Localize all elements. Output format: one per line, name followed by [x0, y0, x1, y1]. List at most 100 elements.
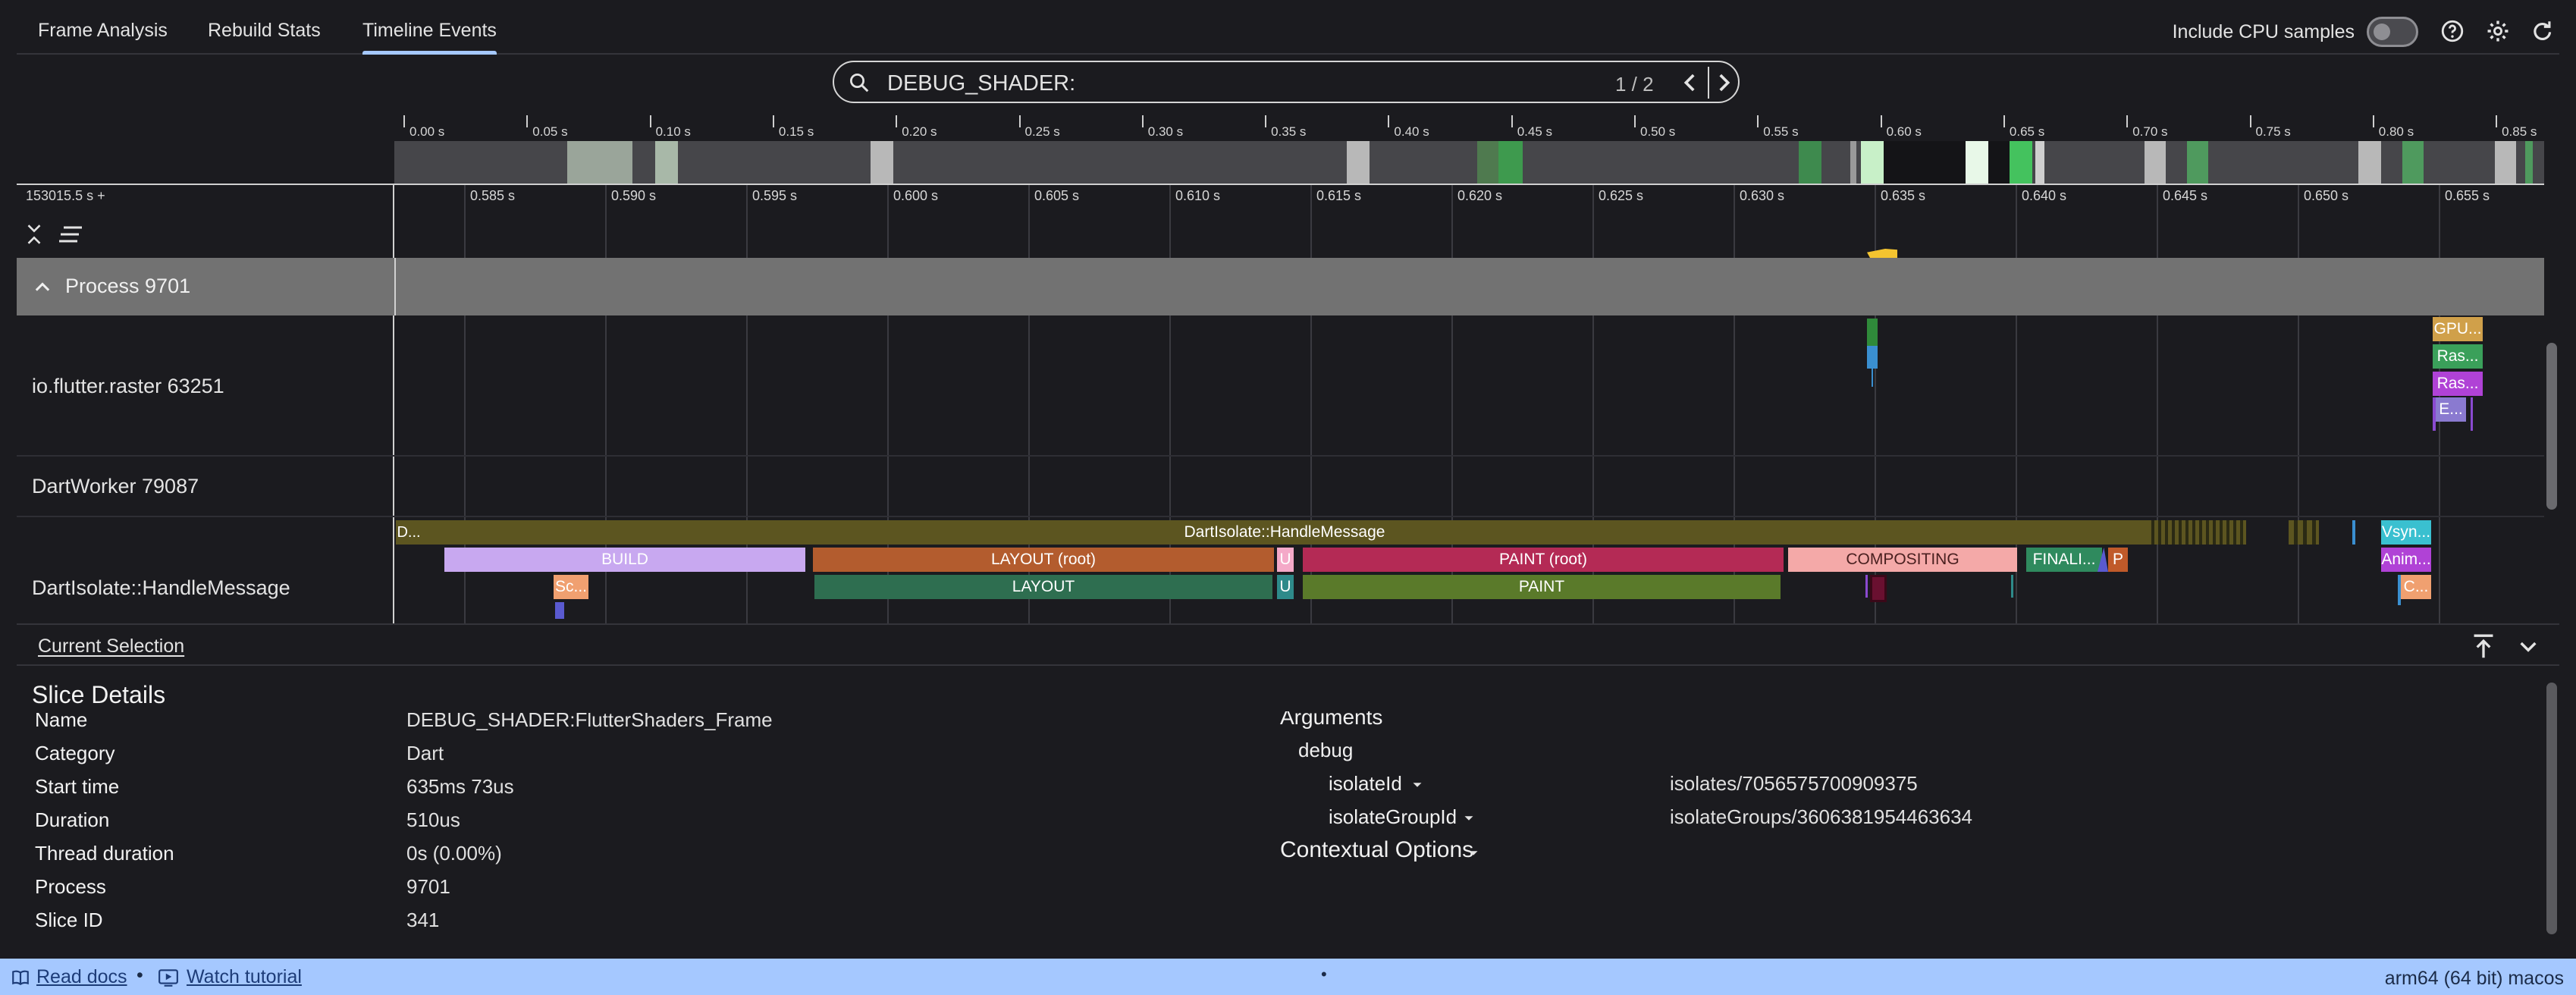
- footer-separator: •: [136, 965, 143, 986]
- raster-slice-rasterizer[interactable]: Ras...: [2433, 344, 2483, 369]
- help-icon[interactable]: [2440, 18, 2465, 44]
- timeline-tick-label: 0.585 s: [470, 188, 516, 203]
- docs-book-icon: [12, 970, 29, 985]
- isolate-slice-d[interactable]: D...: [396, 520, 422, 545]
- arg-key-isolate-group-id: isolateGroupId: [1329, 805, 1457, 828]
- search-input[interactable]: DEBUG_SHADER:: [887, 71, 1075, 96]
- raster-slice-thin: [2471, 397, 2473, 431]
- arguments-group-debug: debug: [1298, 739, 1354, 761]
- raster-slice-gpu[interactable]: GPU...: [2433, 317, 2483, 341]
- isolate-slice-finalize[interactable]: FINALI...: [2026, 548, 2102, 572]
- overview-tick: [2126, 115, 2129, 127]
- collapse-panel-icon[interactable]: [2516, 634, 2540, 658]
- field-value: 635ms 73us: [406, 775, 514, 798]
- overview-frame-block: [2358, 141, 2381, 184]
- expand-panel-icon[interactable]: [2471, 632, 2496, 660]
- contextual-options-label[interactable]: Contextual Options: [1280, 837, 1473, 863]
- isolate-slice-c[interactable]: C...: [2401, 575, 2431, 599]
- isolate-slice-compositing[interactable]: COMPOSITING: [1788, 548, 2017, 572]
- read-docs-link[interactable]: Read docs: [36, 966, 127, 988]
- details-tab-bar: Current Selection: [17, 625, 2559, 666]
- chevron-up-icon[interactable]: [32, 276, 53, 297]
- isolate-slice-thin[interactable]: [2352, 520, 2355, 545]
- watch-tutorial-link[interactable]: Watch tutorial: [187, 966, 302, 988]
- settings-gear-icon[interactable]: [2485, 18, 2511, 44]
- overview-tick-label: 0.35 s: [1271, 124, 1307, 139]
- overview-tick: [1388, 115, 1390, 127]
- refresh-icon[interactable]: [2529, 18, 2555, 44]
- field-value: DEBUG_SHADER:FlutterShaders_Frame: [406, 708, 773, 731]
- overview-tick: [1880, 115, 1882, 127]
- overview-tick: [2003, 115, 2005, 127]
- timeline-scrollbar[interactable]: [2546, 343, 2557, 510]
- isolate-slice-build[interactable]: BUILD: [444, 548, 805, 572]
- next-match-icon[interactable]: [1711, 70, 1737, 96]
- timeline-tick-label: 0.635 s: [1881, 188, 1926, 203]
- field-key: Slice ID: [35, 909, 103, 931]
- tab-rebuild-stats[interactable]: Rebuild Stats: [208, 0, 321, 55]
- overview-tick: [1018, 115, 1021, 127]
- timeline-tick-label: 0.650 s: [2304, 188, 2349, 203]
- slice-details-title: Slice Details: [32, 681, 166, 708]
- isolate-slice-cluster[interactable]: [2289, 520, 2319, 545]
- search-bar[interactable]: DEBUG_SHADER: 1 / 2: [833, 61, 1740, 103]
- details-scrollbar[interactable]: [2546, 683, 2557, 934]
- isolate-slice-layout-root[interactable]: LAYOUT (root): [813, 548, 1274, 572]
- row-separator: [17, 516, 2544, 517]
- dropdown-arrow-icon[interactable]: [1465, 845, 1482, 862]
- raster-slice-e[interactable]: E...: [2436, 397, 2466, 422]
- raster-slice[interactable]: [1872, 369, 1873, 387]
- isolate-slice-sc[interactable]: Sc...: [554, 575, 588, 599]
- isolate-slice-layout[interactable]: LAYOUT: [814, 575, 1272, 599]
- timeline-base-time: 153015.5 s +: [26, 188, 105, 203]
- timeline-tick-label: 0.605 s: [1034, 188, 1080, 203]
- overview-tick: [896, 115, 898, 127]
- overview-tick: [2496, 115, 2498, 127]
- tab-timeline-events[interactable]: Timeline Events: [362, 0, 497, 55]
- isolate-slice-u2[interactable]: U: [1277, 575, 1294, 599]
- overview-tick-label: 0.55 s: [1763, 124, 1799, 139]
- isolate-slice-paint-root[interactable]: PAINT (root): [1303, 548, 1784, 572]
- filter-lines-icon[interactable]: [58, 224, 85, 244]
- tab-frame-analysis[interactable]: Frame Analysis: [38, 0, 168, 55]
- dropdown-arrow-icon[interactable]: [1461, 810, 1477, 827]
- collapse-all-icon[interactable]: [26, 223, 42, 246]
- isolate-slice-thin[interactable]: [555, 602, 564, 619]
- overview-tick: [1265, 115, 1267, 127]
- overview-tick-label: 0.05 s: [532, 124, 568, 139]
- overview-tick-label: 0.15 s: [778, 124, 814, 139]
- overview-tick-label: 0.85 s: [2502, 124, 2537, 139]
- overview-tick-label: 0.50 s: [1640, 124, 1676, 139]
- tab-current-selection[interactable]: Current Selection: [38, 636, 184, 658]
- field-value: 9701: [406, 875, 450, 898]
- raster-slice[interactable]: [1867, 319, 1878, 346]
- isolate-slice-u1[interactable]: U: [1277, 548, 1294, 572]
- timeline-tick-label: 0.590 s: [611, 188, 657, 203]
- overview-frame-block: [871, 141, 893, 184]
- overview-tick-label: 0.80 s: [2378, 124, 2414, 139]
- arguments-heading: Arguments: [1280, 705, 1383, 729]
- raster-slice-thin: [2433, 397, 2436, 431]
- platform-info: arm64 (64 bit) macos: [2384, 968, 2564, 989]
- cpu-samples-toggle[interactable]: [2367, 17, 2418, 47]
- selected-slice-debug-shader[interactable]: [1870, 575, 1887, 602]
- dropdown-arrow-icon[interactable]: [1409, 777, 1426, 793]
- overview-tick: [772, 115, 774, 127]
- overview-tick: [2372, 115, 2374, 127]
- timeline-tick-label: 0.595 s: [752, 188, 798, 203]
- isolate-slice-vsync[interactable]: Vsyn...: [2381, 520, 2431, 545]
- overview-frame-block: [2525, 141, 2533, 184]
- raster-slice-rasterizer-2[interactable]: Ras...: [2433, 372, 2483, 396]
- isolate-slice-paint[interactable]: PAINT: [1303, 575, 1781, 599]
- previous-match-icon[interactable]: [1677, 70, 1703, 96]
- isolate-slice-cluster[interactable]: [2148, 520, 2246, 545]
- isolate-slice-anim[interactable]: Anim...: [2381, 548, 2431, 572]
- isolate-slice-thin: [1865, 575, 1868, 598]
- timeline-tick-label: 0.610 s: [1175, 188, 1221, 203]
- overview-strip[interactable]: [394, 141, 2544, 184]
- isolate-slice-p[interactable]: P: [2108, 548, 2128, 572]
- field-value: 341: [406, 909, 440, 931]
- overview-tick: [2249, 115, 2251, 127]
- raster-slice[interactable]: [1867, 346, 1878, 369]
- isolate-slice-handle-message[interactable]: DartIsolate::HandleMessage: [422, 520, 2148, 545]
